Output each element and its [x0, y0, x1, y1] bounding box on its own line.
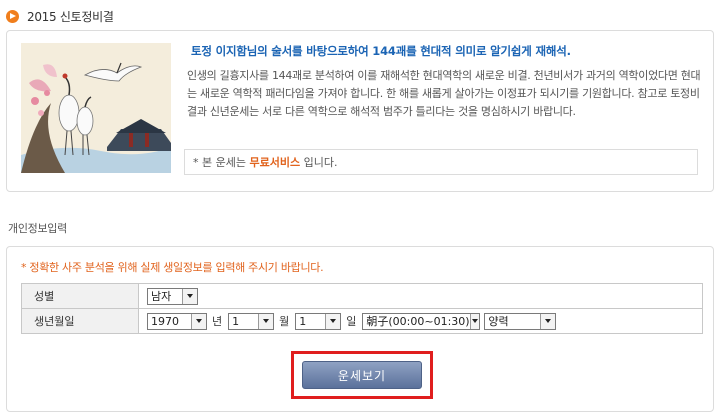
chevron-down-icon: [191, 313, 206, 329]
crane-landscape-illustration: [21, 43, 171, 173]
info-table: 성별 남자 생년월일 1970 년 1 월 1 일 朝子(00:00~01:30…: [21, 283, 703, 334]
view-fortune-button[interactable]: 운세보기: [302, 361, 422, 389]
chevron-down-icon: [325, 313, 341, 329]
intro-headline: 토정 이지함님의 술서를 바탕으로하여 144괘를 현대적 의미로 알기쉽게 재…: [191, 44, 571, 58]
gender-label: 성별: [21, 283, 139, 309]
year-value: 1970: [151, 314, 179, 328]
free-prefix: * 본 운세는: [193, 156, 246, 169]
intro-panel: 토정 이지함님의 술서를 바탕으로하여 144괘를 현대적 의미로 알기쉽게 재…: [6, 30, 714, 192]
form-notice: * 정확한 사주 분석을 위해 실제 생일정보를 입력해 주시기 바랍니다.: [21, 261, 324, 274]
calendar-type-value: 양력: [488, 315, 509, 328]
chevron-down-icon: [182, 288, 197, 304]
month-select[interactable]: 1: [228, 312, 275, 330]
gender-select[interactable]: 남자: [147, 287, 198, 305]
bullet-arrow-icon: [6, 9, 19, 23]
gender-row: 성별 남자: [21, 283, 703, 309]
free-service-label: 무료서비스: [249, 156, 301, 169]
birth-hour-select[interactable]: 朝子(00:00~01:30): [362, 312, 481, 330]
day-select[interactable]: 1: [295, 312, 342, 330]
chevron-down-icon: [469, 313, 480, 329]
month-value: 1: [232, 314, 240, 328]
day-unit: 일: [346, 315, 357, 328]
year-unit: 년: [212, 315, 223, 328]
birthdate-label: 생년월일: [21, 308, 139, 334]
birth-hour-value: 朝子(00:00~01:30): [366, 315, 470, 328]
free-service-notice: * 본 운세는 무료서비스 입니다.: [184, 149, 698, 175]
calendar-type-select[interactable]: 양력: [484, 312, 557, 330]
chevron-down-icon: [258, 313, 274, 329]
month-unit: 월: [279, 315, 290, 328]
gender-value: 남자: [151, 290, 172, 303]
chevron-down-icon: [540, 313, 556, 329]
page-header: 2015 신토정비결: [4, 4, 114, 28]
intro-description: 인생의 길흉지사를 144괘로 분석하여 이를 재해석한 현대역학의 새로운 비…: [187, 69, 701, 118]
birthdate-row: 생년월일 1970 년 1 월 1 일 朝子(00:00~01:30) 양력: [21, 308, 703, 334]
section-title: 개인정보입력: [8, 222, 67, 235]
day-value: 1: [299, 314, 307, 328]
free-suffix: 입니다.: [303, 156, 338, 169]
submit-highlight-frame: 운세보기: [291, 351, 433, 399]
year-select[interactable]: 1970: [147, 312, 207, 330]
page-title: 2015 신토정비결: [27, 9, 114, 24]
